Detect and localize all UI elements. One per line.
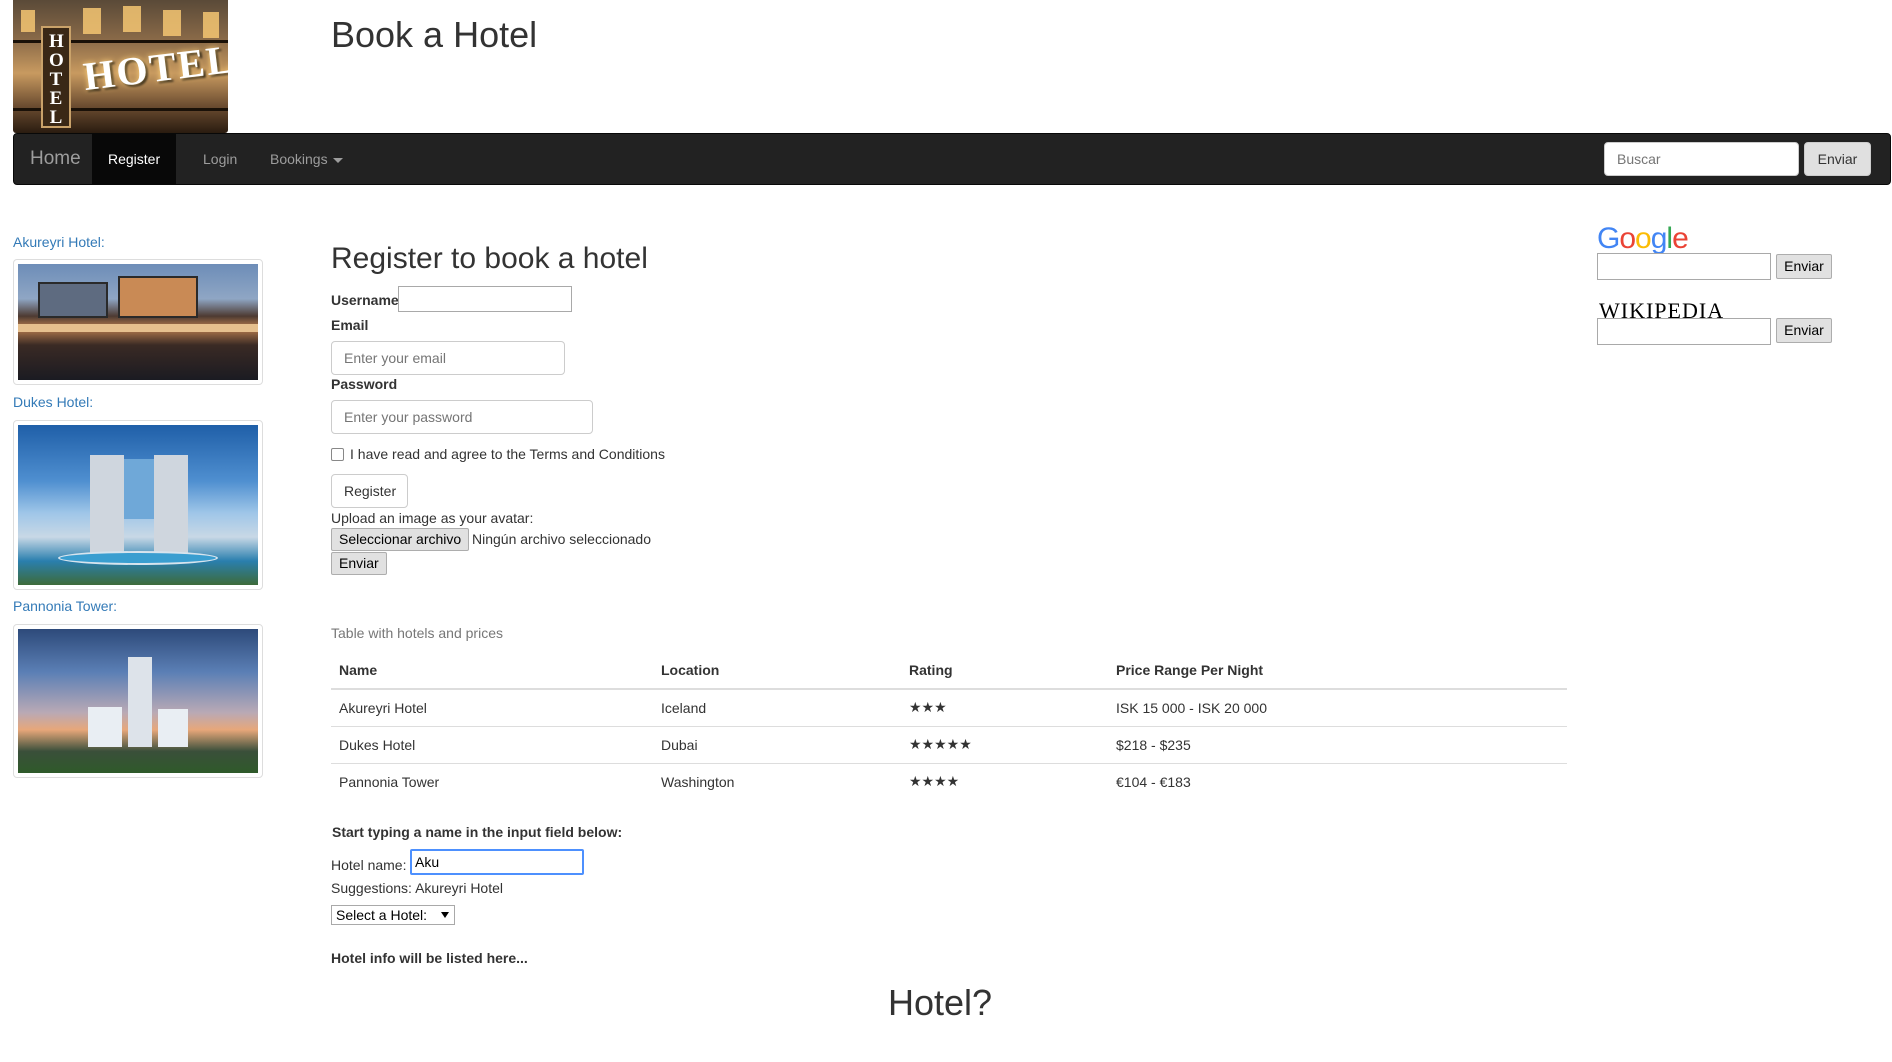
hotel-question-heading: Hotel? bbox=[888, 982, 993, 1023]
akureyri-hotel-image bbox=[18, 264, 258, 380]
hotel-thumbnail-dukes[interactable] bbox=[13, 420, 263, 590]
nav-search-input[interactable] bbox=[1604, 142, 1799, 176]
register-button[interactable]: Register bbox=[331, 474, 408, 508]
cell-location: Washington bbox=[653, 762, 901, 800]
google-search-button[interactable]: Enviar bbox=[1776, 254, 1832, 279]
password-label: Password bbox=[331, 376, 398, 392]
hotel-thumbnail-akureyri[interactable] bbox=[13, 259, 263, 385]
dukes-hotel-image bbox=[18, 425, 258, 585]
nav-login-link[interactable]: Login bbox=[187, 134, 253, 184]
register-heading: Register to book a hotel bbox=[331, 242, 648, 275]
choose-file-button[interactable]: Seleccionar archivo bbox=[331, 528, 470, 551]
cell-location: Dubai bbox=[653, 725, 901, 763]
hotel-select-value: Select a Hotel: bbox=[336, 907, 428, 923]
wikipedia-search-input[interactable] bbox=[1597, 318, 1771, 345]
logo-horizontal-sign: HOTEL bbox=[80, 35, 228, 100]
column-header-location: Location bbox=[653, 652, 901, 690]
file-status-text: Ningún archivo seleccionado bbox=[472, 531, 651, 547]
column-header-rating: Rating bbox=[901, 652, 1108, 690]
sidebar-hotel-label-akureyri[interactable]: Akureyri Hotel: bbox=[13, 234, 105, 250]
password-input[interactable] bbox=[331, 400, 593, 434]
hotels-table: Name Location Rating Price Range Per Nig… bbox=[331, 652, 1567, 800]
table-row: Dukes Hotel Dubai ★★★★★ $218 - $235 bbox=[331, 725, 1567, 763]
hotel-name-label: Hotel name: bbox=[331, 857, 407, 873]
suggestions-label: Suggestions: bbox=[331, 880, 412, 896]
username-input[interactable] bbox=[398, 286, 572, 312]
nav-register-link[interactable]: Register bbox=[92, 134, 177, 184]
table-row: Pannonia Tower Washington ★★★★ €104 - €1… bbox=[331, 762, 1567, 800]
table-row: Akureyri Hotel Iceland ★★★ ISK 15 000 - … bbox=[331, 688, 1567, 726]
upload-submit-button[interactable]: Enviar bbox=[331, 552, 387, 575]
wikipedia-search-button[interactable]: Enviar bbox=[1776, 318, 1832, 343]
terms-checkbox[interactable] bbox=[331, 448, 344, 461]
terms-label: I have read and agree to the Terms and C… bbox=[350, 446, 665, 462]
nav-home-link[interactable]: Home bbox=[14, 134, 97, 184]
cell-name: Pannonia Tower bbox=[331, 762, 653, 800]
table-header-row: Name Location Rating Price Range Per Nig… bbox=[331, 652, 1567, 690]
search-instruction: Start typing a name in the input field b… bbox=[332, 824, 623, 840]
email-label: Email bbox=[331, 317, 369, 333]
nav-bookings-dropdown[interactable]: Bookings bbox=[254, 134, 359, 184]
hotel-select[interactable]: Select a Hotel: bbox=[331, 905, 455, 925]
username-label: Username bbox=[331, 292, 399, 308]
google-logo: Google bbox=[1597, 222, 1689, 255]
pannonia-tower-image bbox=[18, 629, 258, 773]
column-header-name: Name bbox=[331, 652, 653, 690]
cell-price: €104 - €183 bbox=[1108, 762, 1567, 800]
hotel-name-input[interactable] bbox=[410, 849, 584, 875]
cell-rating: ★★★ bbox=[901, 688, 1108, 726]
hotel-thumbnail-pannonia[interactable] bbox=[13, 624, 263, 778]
cell-rating: ★★★★★ bbox=[901, 725, 1108, 763]
table-caption: Table with hotels and prices bbox=[331, 625, 503, 641]
caret-down-icon bbox=[332, 157, 343, 163]
cell-name: Dukes Hotel bbox=[331, 725, 653, 763]
nav-bookings-label: Bookings bbox=[270, 151, 328, 167]
page-title: Book a Hotel bbox=[331, 14, 538, 55]
cell-name: Akureyri Hotel bbox=[331, 688, 653, 726]
hotel-logo: HOTEL HOTEL bbox=[13, 0, 228, 133]
sidebar-hotel-label-pannonia[interactable]: Pannonia Tower: bbox=[13, 598, 117, 614]
nav-search-button[interactable]: Enviar bbox=[1804, 142, 1871, 176]
cell-price: ISK 15 000 - ISK 20 000 bbox=[1108, 688, 1567, 726]
cell-price: $218 - $235 bbox=[1108, 725, 1567, 763]
suggestions-line: Suggestions: Akureyri Hotel bbox=[331, 880, 503, 896]
hotel-info-text: Hotel info will be listed here... bbox=[331, 950, 528, 966]
logo-vertical-sign: HOTEL bbox=[41, 26, 71, 128]
cell-rating: ★★★★ bbox=[901, 762, 1108, 800]
column-header-price: Price Range Per Night bbox=[1108, 652, 1567, 690]
suggestion-item[interactable]: Akureyri Hotel bbox=[415, 880, 503, 896]
cell-location: Iceland bbox=[653, 688, 901, 726]
dropdown-arrow-icon bbox=[441, 912, 449, 918]
avatar-upload-label: Upload an image as your avatar: bbox=[331, 510, 534, 526]
google-search-input[interactable] bbox=[1597, 253, 1771, 280]
sidebar-hotel-label-dukes[interactable]: Dukes Hotel: bbox=[13, 394, 93, 410]
email-input[interactable] bbox=[331, 341, 565, 375]
